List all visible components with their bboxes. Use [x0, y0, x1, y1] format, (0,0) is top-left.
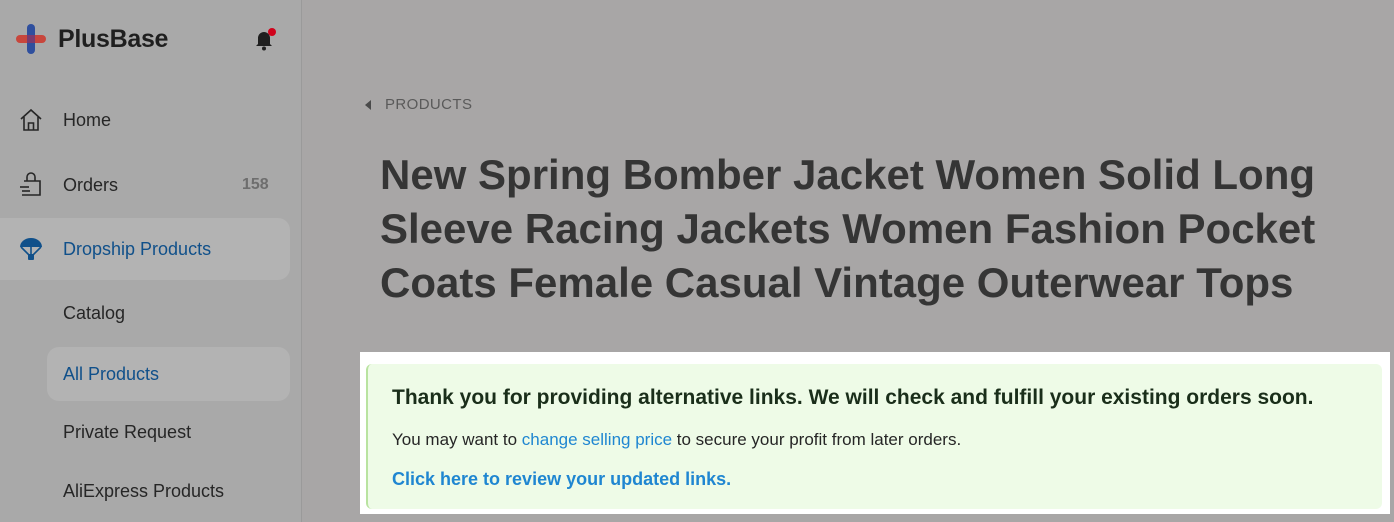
success-alert: Thank you for providing alternative link… — [366, 364, 1382, 509]
alert-body-suffix: to secure your profit from later orders. — [672, 430, 962, 449]
sidebar-item-label: Orders — [63, 174, 119, 195]
brand-name: PlusBase — [58, 24, 169, 53]
breadcrumb-label: PRODUCTS — [385, 96, 473, 113]
alert-container: Thank you for providing alternative link… — [360, 352, 1390, 514]
sidebar-subitem-private-request[interactable]: Private Request — [47, 405, 290, 459]
home-icon — [18, 107, 44, 133]
alert-body: You may want to change selling price to … — [392, 430, 961, 450]
page-title: New Spring Bomber Jacket Women Solid Lon… — [380, 151, 1316, 306]
orders-icon — [18, 172, 44, 198]
sidebar-subitem-catalog[interactable]: Catalog — [47, 286, 290, 340]
sidebar-subitem-label: All Products — [63, 363, 160, 384]
chevron-left-icon — [365, 99, 371, 110]
sidebar-item-orders[interactable]: Orders 158 — [0, 155, 290, 215]
sidebar-subitem-label: Catalog — [63, 302, 126, 323]
sidebar-item-label: Home — [63, 109, 112, 130]
sidebar-subitem-aliexpress-products[interactable]: AliExpress Products — [47, 464, 290, 518]
review-updated-links-link[interactable]: Click here to review your updated links. — [392, 469, 731, 490]
sidebar-item-home[interactable]: Home — [0, 90, 290, 150]
sidebar-item-dropship-products[interactable]: Dropship Products — [0, 218, 290, 280]
sidebar-item-label: Dropship Products — [63, 238, 212, 259]
breadcrumb[interactable]: PRODUCTS — [365, 96, 472, 113]
notification-bell-icon[interactable] — [252, 28, 276, 52]
parachute-icon — [18, 236, 44, 262]
brand[interactable]: PlusBase — [14, 22, 168, 56]
alert-title: Thank you for providing alternative link… — [392, 386, 1314, 409]
alert-body-prefix: You may want to — [392, 430, 522, 449]
orders-count-badge: 158 — [242, 176, 269, 193]
sidebar-subitem-label: Private Request — [63, 421, 192, 442]
sidebar-subitem-all-products[interactable]: All Products — [47, 347, 290, 401]
sidebar: PlusBase Home Orders 158 Dropship Produc… — [0, 0, 302, 522]
change-selling-price-link[interactable]: change selling price — [522, 430, 672, 449]
plusbase-logo-icon — [14, 22, 48, 56]
sidebar-subitem-label: AliExpress Products — [63, 480, 225, 501]
